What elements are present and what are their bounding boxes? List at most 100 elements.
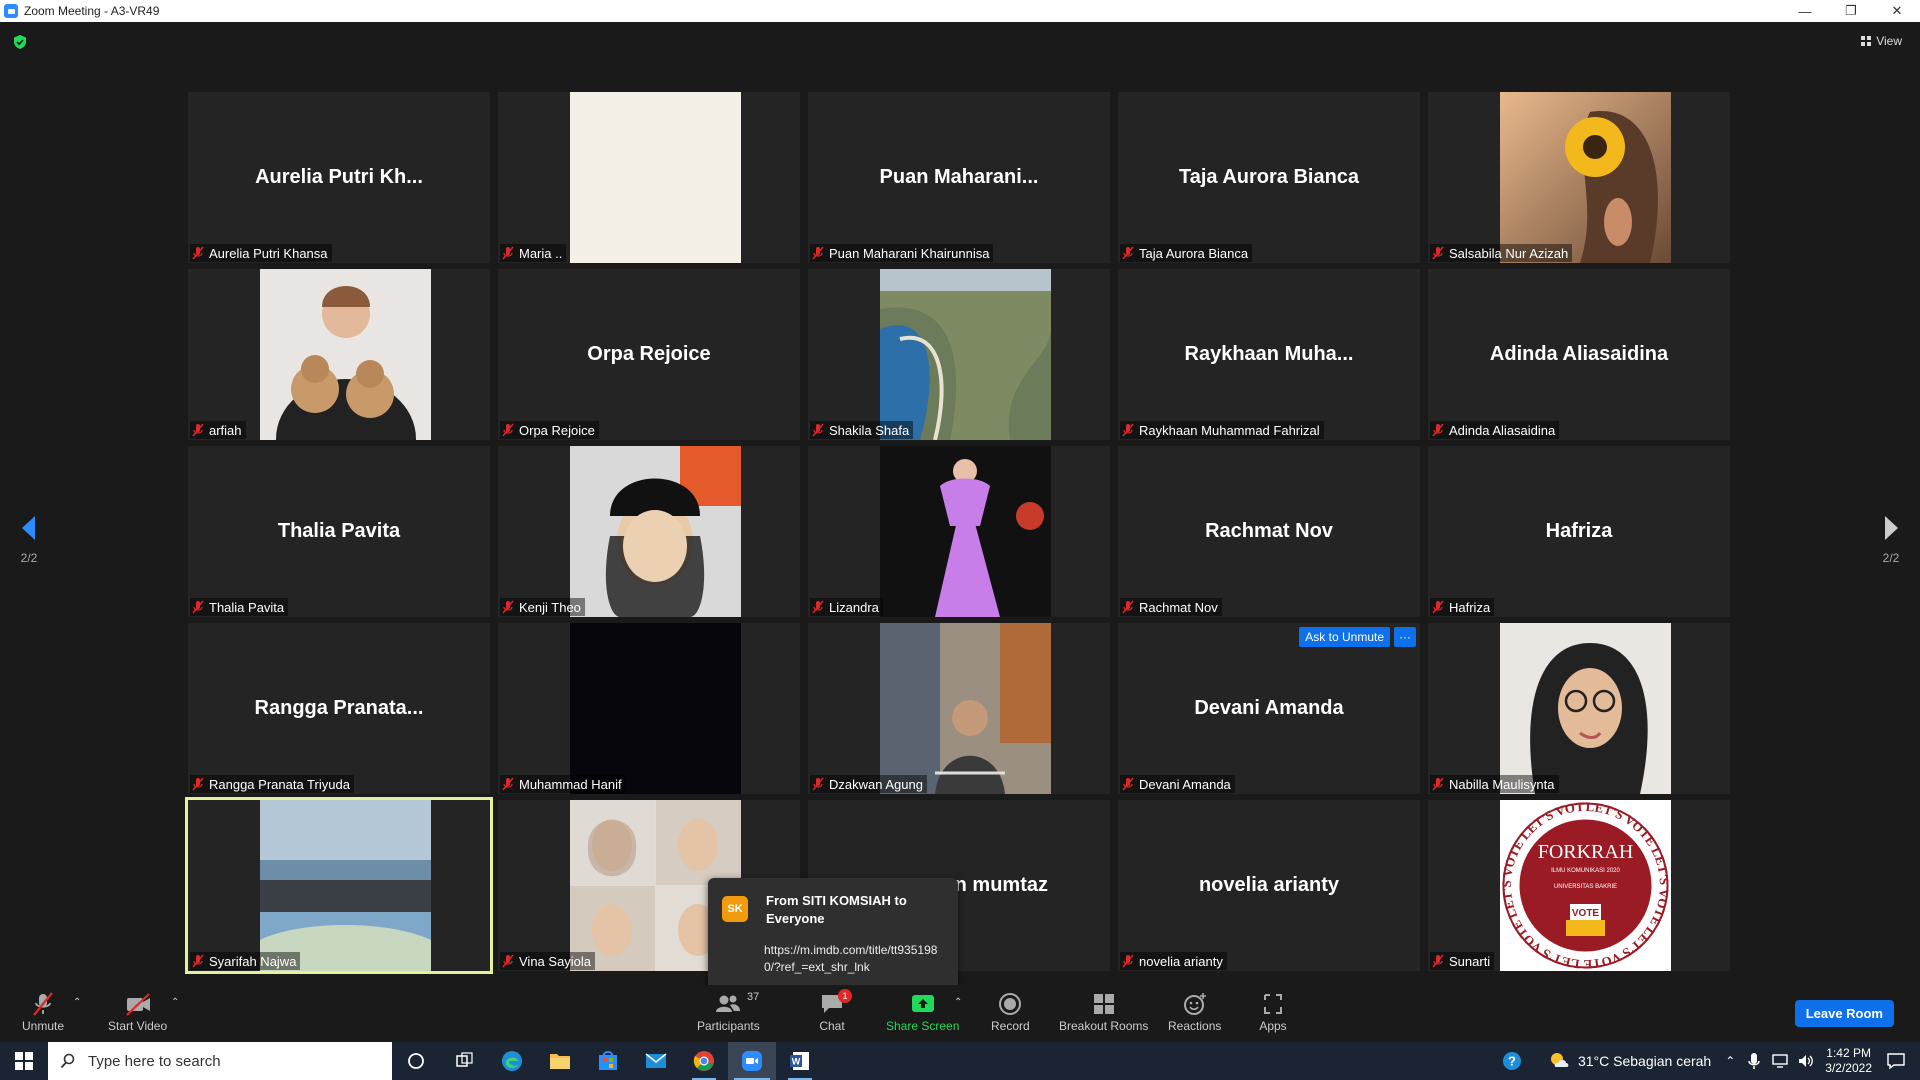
participant-tile[interactable]: Rangga Pranata... Rangga Pranata Triyuda	[188, 623, 490, 794]
chat-notification[interactable]: SK From SITI KOMSIAH to Everyone https:/…	[708, 878, 958, 998]
help-icon[interactable]: ?	[1488, 1042, 1536, 1080]
start-video-button[interactable]: Start Video	[108, 991, 167, 1033]
record-button[interactable]: Record	[991, 991, 1030, 1033]
leave-room-button[interactable]: Leave Room	[1794, 1000, 1894, 1027]
participant-tile[interactable]: Adinda Aliasaidina Adinda Aliasaidina	[1428, 269, 1730, 440]
chat-message[interactable]: https://m.imdb.com/title/tt9351980/?ref_…	[764, 942, 952, 976]
participant-name-label: Vina Sayiola	[500, 952, 596, 970]
breakout-rooms-icon	[1093, 994, 1114, 1014]
participant-tile[interactable]: Orpa Rejoice Orpa Rejoice	[498, 269, 800, 440]
participant-tile[interactable]: Maria ..	[498, 92, 800, 263]
svg-text:ILMU KOMUNIKASI 2020: ILMU KOMUNIKASI 2020	[1551, 868, 1620, 874]
cortana-icon[interactable]	[392, 1042, 440, 1080]
taskbar-search[interactable]: Type here to search	[48, 1042, 392, 1080]
video-options-caret-icon[interactable]: ⌃	[171, 997, 179, 1008]
audio-options-caret-icon[interactable]: ⌃	[73, 997, 81, 1008]
weather-text[interactable]: 31°C Sebagian cerah	[1578, 1053, 1711, 1069]
microphone-icon[interactable]	[1747, 1052, 1761, 1070]
participant-tile[interactable]: novelia arianty novelia arianty	[1118, 800, 1420, 971]
mic-muted-icon	[502, 600, 514, 614]
arrow-right-icon	[1885, 516, 1898, 540]
prev-page-button[interactable]: 2/2	[14, 514, 44, 565]
unmute-button[interactable]: Unmute	[22, 991, 64, 1033]
participant-tile[interactable]: Rachmat Nov Rachmat Nov	[1118, 446, 1420, 617]
participant-tile[interactable]: Muhammad Hanif	[498, 623, 800, 794]
clock-time: 1:42 PM	[1826, 1046, 1871, 1060]
microsoft-store-icon[interactable]	[584, 1042, 632, 1080]
participant-photo: LET'S VOTE LET'S VOTE LET'S VOTE LET'S V…	[1500, 800, 1671, 971]
participant-photo	[880, 269, 1051, 440]
video-off-icon	[125, 993, 150, 1016]
participant-name: Raykhaan Muhammad Fahrizal	[1139, 422, 1320, 438]
participant-tile[interactable]: Taja Aurora Bianca Taja Aurora Bianca	[1118, 92, 1420, 263]
participant-name-label: Shakila Shafa	[810, 421, 914, 439]
notification-center-icon[interactable]	[1886, 1052, 1906, 1070]
apps-label: Apps	[1259, 1019, 1287, 1033]
participant-tile[interactable]: LET'S VOTE LET'S VOTE LET'S VOTE LET'S V…	[1428, 800, 1730, 971]
mic-muted-icon	[1122, 600, 1134, 614]
chat-button[interactable]: 1 Chat	[818, 989, 852, 1033]
reactions-label: Reactions	[1168, 1019, 1222, 1033]
participant-display-name: novelia arianty	[1198, 874, 1340, 896]
file-explorer-icon[interactable]	[536, 1042, 584, 1080]
participant-name-label: Raykhaan Muhammad Fahrizal	[1120, 421, 1324, 439]
weather-sun-cloud-icon[interactable]	[1548, 1051, 1572, 1071]
participant-tile[interactable]: Aurelia Putri Kh... Aurelia Putri Khansa	[188, 92, 490, 263]
network-icon[interactable]	[1771, 1053, 1789, 1069]
breakout-rooms-button[interactable]: Breakout Rooms	[1059, 991, 1148, 1033]
share-options-caret-icon[interactable]: ⌃	[954, 997, 962, 1008]
participant-tile[interactable]: arfiah	[188, 269, 490, 440]
share-screen-button[interactable]: Share Screen	[886, 991, 959, 1033]
task-view-icon[interactable]	[440, 1042, 488, 1080]
mic-muted-icon	[502, 954, 514, 968]
volume-icon[interactable]	[1797, 1053, 1815, 1069]
next-page-button[interactable]: 2/2	[1876, 514, 1906, 565]
participant-tile[interactable]: Raykhaan Muha... Raykhaan Muhammad Fahriz…	[1118, 269, 1420, 440]
participant-name-label: Thalia Pavita	[190, 598, 289, 616]
word-icon[interactable]: W	[776, 1042, 824, 1080]
participant-display-name: Adinda Aliasaidina	[1489, 343, 1669, 365]
participant-tile[interactable]: Syarifah Najwa	[185, 797, 493, 974]
edge-browser-icon[interactable]	[488, 1042, 536, 1080]
participant-tile[interactable]: Thalia Pavita Thalia Pavita	[188, 446, 490, 617]
mic-muted-icon	[1432, 423, 1444, 437]
participant-tile[interactable]: Shakila Shafa	[808, 269, 1110, 440]
participant-tile[interactable]: Hafriza Hafriza	[1428, 446, 1730, 617]
participant-name-label: Maria ..	[500, 244, 567, 262]
tray-expand-icon[interactable]: ⌃	[1725, 1054, 1735, 1068]
apps-button[interactable]: Apps	[1259, 991, 1287, 1033]
participants-button[interactable]: 37 Participants	[697, 991, 760, 1033]
reactions-button[interactable]: Reactions	[1168, 991, 1221, 1033]
participant-name-label: Hafriza	[1430, 598, 1495, 616]
participant-tile[interactable]: Kenji Theo	[498, 446, 800, 617]
chrome-icon[interactable]	[680, 1042, 728, 1080]
participant-name-label: Rangga Pranata Triyuda	[190, 775, 354, 793]
security-shield-icon[interactable]	[12, 34, 28, 50]
participant-name-label: Aurelia Putri Khansa	[190, 244, 332, 262]
minimize-button[interactable]: —	[1782, 0, 1828, 22]
participant-tile[interactable]: Dzakwan Agung	[808, 623, 1110, 794]
close-button[interactable]: ✕	[1874, 0, 1920, 22]
taskbar-clock[interactable]: 1:42 PM 3/2/2022	[1825, 1046, 1872, 1076]
participant-tile[interactable]: Devani Amanda Ask to Unmute ··· Devani Aman…	[1118, 623, 1420, 794]
windows-start-button[interactable]	[0, 1042, 48, 1080]
mic-muted-icon	[502, 246, 514, 260]
participant-photo	[880, 446, 1051, 617]
svg-text:FORKRAH: FORKRAH	[1538, 841, 1634, 863]
chat-label: Chat	[819, 1019, 845, 1033]
view-label: View	[1876, 34, 1902, 48]
participant-tile[interactable]: Lizandra	[808, 446, 1110, 617]
participant-display-name: Taja Aurora Bianca	[1178, 166, 1360, 188]
ask-to-unmute-button[interactable]: Ask to Unmute	[1299, 627, 1390, 647]
participant-name-label: Muhammad Hanif	[500, 775, 626, 793]
more-options-button[interactable]: ···	[1394, 627, 1416, 647]
maximize-button[interactable]: ❐	[1828, 0, 1874, 22]
participant-tile[interactable]: Nabilla Maulisynta	[1428, 623, 1730, 794]
view-button[interactable]: View	[1861, 34, 1902, 48]
mail-icon[interactable]	[632, 1042, 680, 1080]
participant-name-label: novelia arianty	[1120, 952, 1227, 970]
zoom-taskbar-icon[interactable]	[728, 1042, 776, 1080]
participant-name: Dzakwan Agung	[829, 776, 923, 792]
participant-tile[interactable]: Puan Maharani... Puan Maharani Khairunnis…	[808, 92, 1110, 263]
participant-tile[interactable]: Salsabila Nur Azizah	[1428, 92, 1730, 263]
